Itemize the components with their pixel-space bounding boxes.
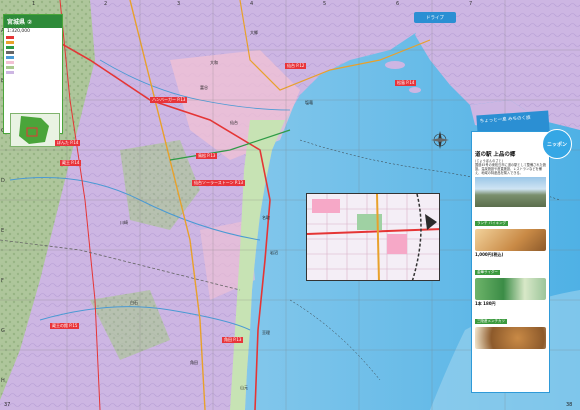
place-name: 岩沼 bbox=[270, 250, 278, 255]
page-number-left: 37 bbox=[4, 402, 11, 408]
place-name: 亘理 bbox=[262, 330, 270, 335]
grid-number: 4 bbox=[250, 1, 254, 7]
place-name: 大和 bbox=[210, 60, 218, 65]
place-name: 仙台 bbox=[230, 120, 238, 125]
grid-letter: G bbox=[1, 328, 5, 334]
grid-number: 1 bbox=[32, 1, 36, 7]
grid-letter: F bbox=[1, 278, 4, 284]
poi-label[interactable]: 蔵王の館 P.15 bbox=[50, 323, 80, 329]
feature-title: 道の駅 上品の郷 bbox=[475, 152, 516, 158]
map-legend: 宮城県 ② 1:320,000 bbox=[3, 14, 63, 147]
legend-title: 宮城県 ② bbox=[4, 15, 62, 28]
grid-number: 7 bbox=[469, 1, 473, 7]
menu-item-tag: 金華サイダー bbox=[475, 270, 500, 275]
legend-scale: 1:320,000 bbox=[7, 29, 30, 34]
menu-item-tag: ランチ バイキング bbox=[475, 221, 509, 226]
city-inset-map[interactable] bbox=[306, 193, 440, 281]
place-name: 富谷 bbox=[200, 85, 208, 90]
poi-label[interactable]: 角田 P.13 bbox=[222, 337, 244, 343]
feature-photo bbox=[475, 177, 546, 207]
locator-map bbox=[10, 113, 60, 147]
atlas-spread: 1 2 3 4 5 6 7 A B C D E F G H 宮城県 ② 1:32… bbox=[0, 0, 580, 410]
place-name: 名取 bbox=[262, 215, 270, 220]
menu-item-price: 1,000円(税込) bbox=[475, 252, 504, 257]
poi-label[interactable]: 仙台 P.12 bbox=[285, 63, 307, 69]
menu-item-tag: 三陸産メンチカツ bbox=[475, 319, 507, 324]
grid-number: 3 bbox=[177, 1, 181, 7]
legend-row bbox=[4, 70, 62, 75]
place-name: 川崎 bbox=[120, 220, 128, 225]
food-photo bbox=[475, 327, 546, 349]
place-name: 山元 bbox=[240, 385, 248, 390]
feature-bubble: ニッポン bbox=[542, 129, 572, 159]
page-number-right: 38 bbox=[566, 402, 573, 408]
grid-letter: H bbox=[1, 378, 5, 384]
grid-letter: E bbox=[1, 228, 5, 234]
poi-label[interactable]: 松島 P.14 bbox=[395, 80, 417, 86]
place-name: 白石 bbox=[130, 300, 138, 305]
poi-label[interactable]: ぽんた P.14 bbox=[55, 140, 81, 146]
place-name: 塩竈 bbox=[305, 100, 313, 105]
place-name: 大郷 bbox=[250, 30, 258, 35]
drink-photo bbox=[475, 278, 546, 300]
drive-tag: ドライブ bbox=[414, 12, 456, 23]
grid-number: 6 bbox=[396, 1, 400, 7]
poi-label[interactable]: 蔵王 P.14 bbox=[60, 160, 82, 166]
grid-number: 5 bbox=[323, 1, 327, 7]
menu-item-price: 1本 180円 bbox=[475, 301, 496, 306]
food-photo bbox=[475, 229, 546, 251]
feature-panel: 道の駅 上品の郷 (じょうぼんのさと) 国道45号の東松島市に道の駅として整備さ… bbox=[471, 131, 550, 393]
poi-label[interactable]: 鳥松 P.13 bbox=[196, 153, 218, 159]
poi-label[interactable]: 仙台ソーラーストーン P.13 bbox=[192, 180, 246, 186]
place-name: 角田 bbox=[190, 360, 198, 365]
poi-label[interactable]: ハンバーガー P.13 bbox=[150, 97, 188, 103]
grid-number: 2 bbox=[104, 1, 108, 7]
grid-letter: D bbox=[1, 178, 5, 184]
feature-text: 国道45号の東松島市に道の駅として整備された施設。温泉施設や産直施設、レストラン… bbox=[475, 163, 546, 175]
